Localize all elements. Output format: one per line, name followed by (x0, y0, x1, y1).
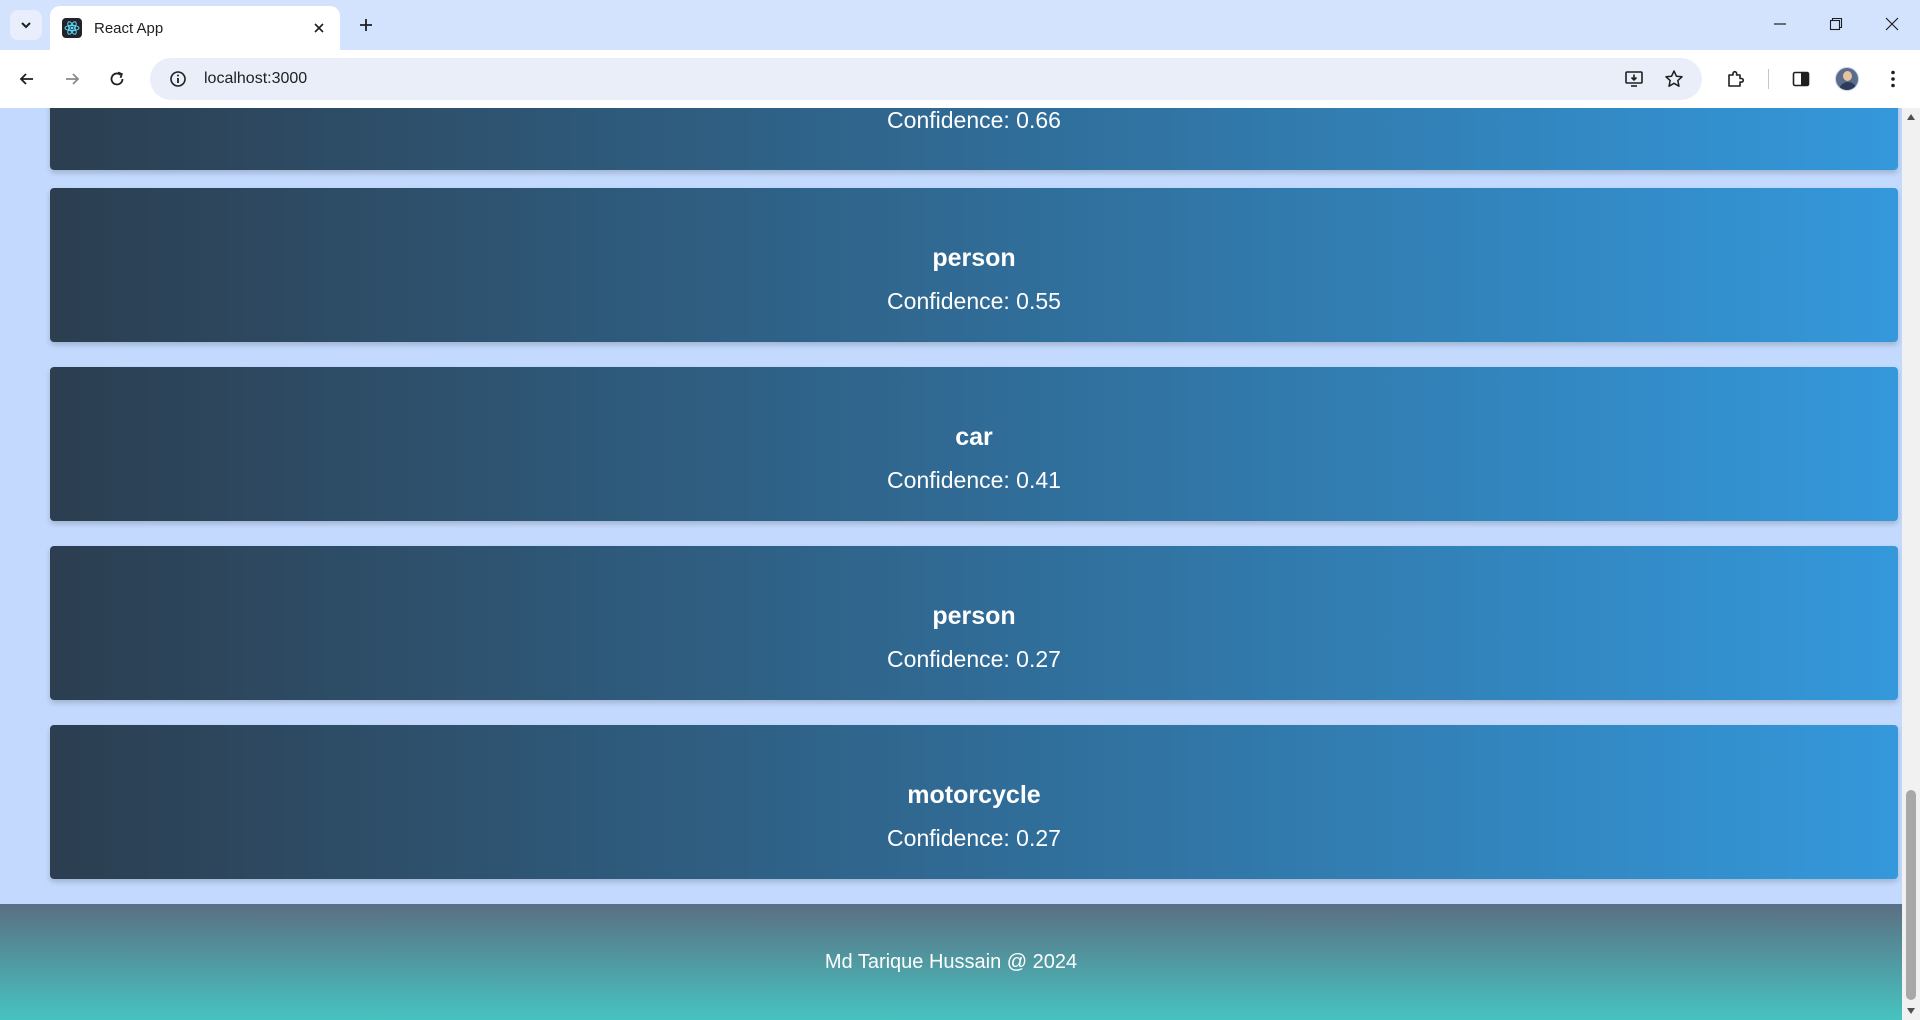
detection-label: motorcycle (907, 781, 1041, 809)
detection-card: person Confidence: 0.55 (50, 188, 1898, 342)
browser-menu-button[interactable] (1876, 62, 1910, 96)
extensions-button[interactable] (1719, 62, 1753, 96)
vertical-scrollbar[interactable] (1902, 108, 1920, 1020)
address-bar[interactable]: localhost:3000 (150, 58, 1702, 100)
detection-confidence: Confidence: 0.66 (887, 108, 1061, 133)
restore-icon (1829, 17, 1843, 31)
footer-text: Md Tarique Hussain @ 2024 (824, 950, 1078, 973)
minimize-icon (1774, 23, 1786, 25)
chevron-down-icon (21, 22, 31, 29)
detection-confidence: Confidence: 0.55 (887, 288, 1061, 314)
detection-results: Confidence: 0.66 person Confidence: 0.55… (0, 108, 1902, 1020)
arrow-right-icon (66, 73, 80, 85)
avatar (1835, 67, 1859, 91)
detection-confidence: Confidence: 0.41 (887, 467, 1061, 493)
tab-strip: React App (0, 0, 1920, 50)
scroll-up-button[interactable] (1902, 108, 1920, 126)
arrow-left-icon (19, 73, 33, 85)
detection-card: person Confidence: 0.27 (50, 546, 1898, 700)
browser-toolbar: localhost:3000 (0, 50, 1920, 108)
side-panel-button[interactable] (1784, 62, 1818, 96)
profile-button[interactable] (1830, 62, 1864, 96)
window-controls (1752, 0, 1920, 48)
restore-button[interactable] (1808, 0, 1864, 48)
reload-icon (110, 71, 124, 86)
info-icon (170, 71, 186, 87)
tab-title: React App (94, 19, 164, 37)
back-button[interactable] (12, 64, 42, 94)
page-viewport: Confidence: 0.66 person Confidence: 0.55… (0, 108, 1920, 1020)
new-tab-button[interactable] (352, 11, 380, 39)
side-panel-icon (1792, 71, 1810, 87)
detection-card: Confidence: 0.66 (50, 108, 1898, 170)
react-icon (62, 18, 82, 38)
puzzle-icon (1728, 70, 1745, 87)
page-footer: Md Tarique Hussain @ 2024 (0, 904, 1902, 1020)
close-icon (1885, 17, 1899, 31)
minimize-button[interactable] (1752, 0, 1808, 48)
detection-confidence: Confidence: 0.27 (887, 825, 1061, 851)
detection-confidence: Confidence: 0.27 (887, 646, 1061, 672)
install-app-icon (1625, 71, 1643, 87)
scrollbar-thumb[interactable] (1906, 790, 1916, 1000)
triangle-up-icon (1907, 114, 1915, 120)
bookmark-button[interactable] (1654, 58, 1694, 100)
plus-icon (360, 19, 372, 31)
detection-label: person (932, 602, 1016, 630)
kebab-menu-icon (1891, 70, 1895, 88)
detection-label: person (932, 244, 1016, 272)
star-icon (1665, 70, 1683, 87)
url-text[interactable]: localhost:3000 (204, 70, 1614, 88)
scroll-down-button[interactable] (1902, 1002, 1920, 1020)
detection-label: car (955, 423, 993, 451)
tab-search-button[interactable] (10, 10, 42, 40)
site-info-button[interactable] (158, 58, 198, 100)
tab-close-button[interactable] (308, 17, 330, 39)
install-app-button[interactable] (1614, 58, 1654, 100)
detection-card: motorcycle Confidence: 0.27 (50, 725, 1898, 879)
forward-button[interactable] (57, 64, 87, 94)
triangle-down-icon (1907, 1008, 1915, 1014)
detection-card: car Confidence: 0.41 (50, 367, 1898, 521)
close-icon (314, 23, 324, 33)
tab-react-app[interactable]: React App (50, 6, 340, 50)
reload-button[interactable] (102, 64, 132, 94)
toolbar-divider (1768, 69, 1769, 89)
close-window-button[interactable] (1864, 0, 1920, 48)
